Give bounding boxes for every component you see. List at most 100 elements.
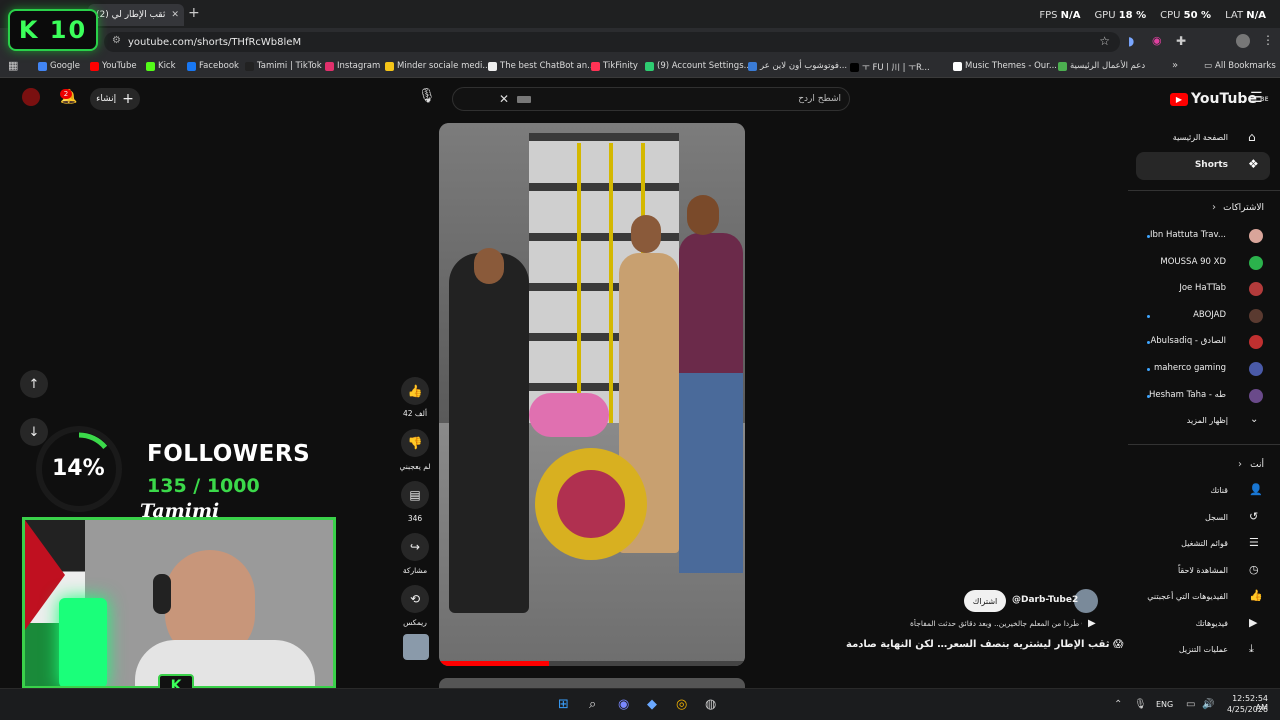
bookmark-item[interactable]: Instagram bbox=[325, 61, 380, 71]
you-menu-item[interactable]: قوائم التشغيل bbox=[1181, 539, 1228, 548]
sound-thumbnail[interactable] bbox=[403, 634, 429, 660]
extension-icon[interactable]: ◗ bbox=[1128, 34, 1134, 48]
nav-home[interactable]: الصفحة الرئيسية bbox=[1173, 133, 1228, 142]
you-menu-item[interactable]: السجل bbox=[1205, 513, 1228, 522]
shorts-icon[interactable]: ❖ bbox=[1248, 157, 1259, 171]
create-button[interactable]: إنشاء + bbox=[90, 88, 140, 110]
play-icon[interactable]: ▶ bbox=[1088, 618, 1096, 629]
bookmark-item[interactable]: Music Themes - Our... bbox=[953, 61, 1057, 71]
divider bbox=[1128, 444, 1280, 445]
bookmark-favicon-icon bbox=[645, 61, 654, 71]
subscriptions-title[interactable]: الاشتراكات bbox=[1223, 203, 1264, 213]
account-avatar[interactable] bbox=[22, 88, 40, 106]
previous-short-button[interactable]: ↑ bbox=[20, 370, 48, 398]
chrome-icon[interactable]: ◎ bbox=[676, 697, 687, 712]
you-menu-item[interactable]: فيديوهاتك bbox=[1196, 619, 1228, 628]
start-icon[interactable]: ⊞ bbox=[558, 697, 569, 712]
channel-avatar[interactable] bbox=[1249, 308, 1263, 323]
keyboard-icon[interactable] bbox=[517, 96, 531, 103]
browser-menu-icon[interactable]: ⋮ bbox=[1262, 33, 1274, 47]
show-more[interactable]: إظهار المزيد bbox=[1187, 416, 1228, 425]
bookmark-favicon-icon bbox=[90, 61, 99, 71]
you-item-icon[interactable]: ⤓ bbox=[1249, 642, 1254, 656]
subscribe-button[interactable]: اشتراك bbox=[964, 590, 1006, 612]
you-item-icon[interactable]: ☰ bbox=[1249, 536, 1259, 549]
voice-search-icon[interactable]: 🎙 bbox=[418, 88, 438, 108]
address-text: youtube.com/shorts/THfRcWb8leM bbox=[128, 36, 302, 48]
language-indicator[interactable]: ENG bbox=[1156, 700, 1173, 709]
bookmarks-overflow-icon[interactable]: » bbox=[1172, 60, 1178, 71]
bookmark-item[interactable]: TikFinity bbox=[591, 61, 638, 71]
bookmark-item[interactable]: Google bbox=[38, 61, 80, 71]
bookmark-item[interactable]: ㅜ FUㅣ川 | ㅜR... bbox=[850, 61, 930, 73]
you-item-icon[interactable]: ▶ bbox=[1249, 616, 1257, 629]
address-bar[interactable]: ⚙ youtube.com/shorts/THfRcWb8leM ☆ bbox=[104, 32, 1120, 52]
you-item-icon[interactable]: 👤 bbox=[1249, 483, 1263, 496]
site-info-icon[interactable]: ⚙ bbox=[112, 35, 121, 46]
you-menu-item[interactable]: قناتك bbox=[1210, 486, 1228, 495]
taskbar-search-icon[interactable]: ⌕ bbox=[589, 697, 596, 712]
bookmark-item[interactable]: دعم الأعمال الرئيسية bbox=[1058, 61, 1145, 71]
chevron-down-icon[interactable]: ⌄ bbox=[1250, 414, 1258, 425]
like-button[interactable]: 👍 bbox=[401, 377, 429, 405]
channel-avatar[interactable] bbox=[1249, 388, 1263, 403]
subscription-item[interactable]: maherco gaming bbox=[1154, 363, 1226, 373]
you-menu-item[interactable]: الفيديوهات التي أعجبتني bbox=[1147, 592, 1228, 601]
channel-avatar[interactable] bbox=[1249, 229, 1263, 243]
volume-icon[interactable]: 🔊 bbox=[1202, 699, 1214, 710]
subscription-item[interactable]: MOUSSA 90 XD bbox=[1160, 257, 1226, 267]
you-item-icon[interactable]: ↺ bbox=[1249, 510, 1258, 523]
bookmark-favicon-icon bbox=[953, 61, 962, 71]
tab-close-icon[interactable]: ✕ bbox=[171, 10, 179, 20]
dislike-button[interactable]: 👎 bbox=[401, 429, 429, 457]
all-bookmarks[interactable]: ▭ All Bookmarks bbox=[1204, 61, 1276, 71]
channel-avatar[interactable] bbox=[1249, 255, 1263, 270]
remix-button[interactable]: ⟲ bbox=[401, 585, 429, 613]
bookmark-item[interactable]: YouTube bbox=[90, 61, 137, 71]
shorts-video-player[interactable] bbox=[439, 123, 745, 666]
channel-name[interactable]: @Darb-Tube2 bbox=[1012, 595, 1078, 605]
bookmark-item[interactable]: Facebook bbox=[187, 61, 239, 71]
network-icon[interactable]: ▭ bbox=[1186, 699, 1195, 710]
youtube-play-icon: ▶ bbox=[1170, 92, 1188, 106]
subscription-item[interactable]: ABOJAD bbox=[1193, 310, 1226, 320]
subscription-item[interactable]: Abulsadiq - الصادق bbox=[1150, 336, 1226, 346]
discord-icon[interactable]: ◉ bbox=[618, 697, 629, 712]
obs-icon[interactable]: ◍ bbox=[705, 697, 716, 712]
perf-gpu: GPU 18 % bbox=[1094, 10, 1147, 21]
share-button[interactable]: ↪ bbox=[401, 533, 429, 561]
you-menu-item[interactable]: عمليات التنزيل bbox=[1179, 645, 1228, 654]
bookmark-item[interactable]: The best ChatBot an... bbox=[488, 61, 595, 71]
extensions-puzzle-icon[interactable]: ✚ bbox=[1176, 34, 1186, 48]
channel-avatar[interactable] bbox=[1249, 362, 1263, 376]
bookmark-item[interactable]: (9) Account Settings... bbox=[645, 61, 752, 71]
apps-grid-icon[interactable]: ▦ bbox=[8, 59, 18, 72]
nav-shorts[interactable]: Shorts bbox=[1195, 160, 1228, 170]
microphone-icon[interactable]: 🎙 bbox=[1134, 699, 1147, 710]
subscription-item[interactable]: Hesham Taha - طه bbox=[1149, 390, 1226, 400]
you-section-title[interactable]: أنت bbox=[1250, 460, 1264, 470]
chevron-left-icon[interactable]: › bbox=[1212, 202, 1216, 213]
comments-button[interactable]: ▤ bbox=[401, 481, 429, 509]
bookmark-item[interactable]: Tamimi | TikTok bbox=[245, 61, 322, 71]
profile-avatar[interactable] bbox=[1236, 34, 1250, 48]
you-item-icon[interactable]: 👍 bbox=[1249, 589, 1263, 602]
bookmark-item[interactable]: فوتوشوب أون لاين عر... bbox=[748, 61, 847, 71]
search-input[interactable]: ✕ اشطح اردح bbox=[452, 87, 850, 111]
subscription-item[interactable]: Ibn Hattuta Trav... bbox=[1150, 230, 1226, 240]
bookmark-item[interactable]: Kick bbox=[146, 61, 176, 71]
tray-chevron-icon[interactable]: ⌃ bbox=[1114, 699, 1122, 710]
you-item-icon[interactable]: ◷ bbox=[1249, 563, 1259, 576]
browser-tab[interactable]: (2) ثقب الإطار لي ✕ bbox=[88, 4, 184, 26]
new-tab-icon[interactable]: + bbox=[188, 5, 200, 21]
you-menu-item[interactable]: المشاهدة لاحقاً bbox=[1178, 566, 1228, 575]
clear-search-icon[interactable]: ✕ bbox=[499, 92, 509, 106]
bookmark-item[interactable]: Minder sociale medi... bbox=[385, 61, 490, 71]
bookmark-star-icon[interactable]: ☆ bbox=[1099, 34, 1110, 48]
hamburger-menu-icon[interactable]: ☰ bbox=[1250, 90, 1263, 106]
subscription-item[interactable]: Joe HaTTab bbox=[1179, 283, 1226, 293]
clock-date[interactable]: 4/25/2026 bbox=[1222, 705, 1268, 714]
home-icon[interactable]: ⌂ bbox=[1248, 130, 1256, 144]
extension-icon[interactable]: ◉ bbox=[1152, 34, 1162, 47]
app-icon[interactable]: ◆ bbox=[647, 697, 657, 712]
